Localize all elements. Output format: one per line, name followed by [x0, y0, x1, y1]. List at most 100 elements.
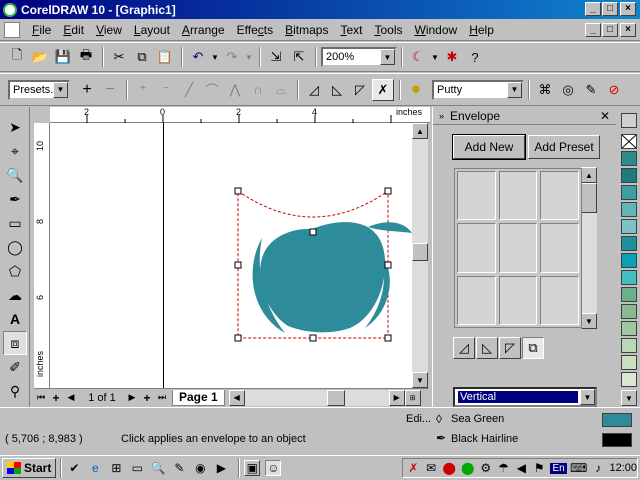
first-page-icon[interactable]: ⏮	[34, 387, 48, 409]
palette-swatch[interactable]	[621, 372, 637, 387]
add-node-icon[interactable]: ⁺	[132, 79, 154, 101]
palette-swatch[interactable]	[621, 355, 637, 370]
doc-close-button[interactable]: ×	[620, 23, 636, 37]
page-tab[interactable]: Page 1	[172, 389, 225, 406]
add-preset-icon[interactable]: +	[76, 79, 98, 101]
doc-restore-button[interactable]: □	[602, 23, 618, 37]
chevron-down-icon[interactable]: ▼	[580, 389, 595, 405]
double-arc-mode-icon[interactable]: ◸	[349, 79, 371, 101]
remove-preset-icon[interactable]: −	[99, 79, 121, 101]
tray-icon[interactable]: ♪	[592, 460, 605, 476]
add-page-after-icon[interactable]: +	[140, 387, 154, 409]
palette-swatch[interactable]	[621, 236, 637, 251]
menu-tools[interactable]: Tools	[368, 23, 408, 37]
add-page-before-icon[interactable]: +	[49, 387, 63, 409]
single-arc-mode-icon[interactable]: ◺	[326, 79, 348, 101]
pick-tool-icon[interactable]: ➤	[3, 115, 27, 139]
mapping-mode-combo[interactable]: Putty ▼	[432, 79, 524, 100]
cut-icon[interactable]: ✂	[108, 46, 130, 68]
new-icon[interactable]: 🗋	[6, 46, 28, 68]
smooth-node-icon[interactable]: ∩	[247, 79, 269, 101]
chevron-down-icon[interactable]: ▼	[507, 81, 522, 98]
envelope-node[interactable]	[384, 334, 392, 342]
outline-tool-icon[interactable]: ⚲	[3, 379, 27, 403]
launcher-dropdown-icon[interactable]: ▼	[430, 46, 440, 68]
no-color-icon[interactable]	[621, 134, 637, 149]
envelope-node[interactable]	[309, 334, 317, 342]
copy-icon[interactable]: ⧉	[131, 46, 153, 68]
language-indicator[interactable]: En	[550, 462, 567, 474]
create-from-icon[interactable]: ◎	[557, 79, 579, 101]
palette-swatch[interactable]	[621, 253, 637, 268]
keep-lines-icon[interactable]: ⌘	[534, 79, 556, 101]
scroll-down-icon[interactable]: ▼	[412, 372, 428, 388]
preset-cell[interactable]	[457, 275, 496, 325]
internet-explorer-icon[interactable]: e	[87, 460, 103, 476]
redo-dropdown-icon[interactable]: ▼	[244, 46, 254, 68]
preset-cell[interactable]	[498, 171, 538, 221]
double-arc-mode-icon[interactable]: ◸	[499, 337, 521, 359]
sea-green-shape[interactable]	[368, 222, 412, 233]
palette-swatch[interactable]	[621, 151, 637, 166]
tray-icon[interactable]: ✉	[425, 460, 438, 476]
symmetrical-node-icon[interactable]: ⌓	[270, 79, 292, 101]
doc-minimize-button[interactable]: _	[585, 23, 601, 37]
menu-layout[interactable]: Layout	[128, 23, 176, 37]
navigator-icon[interactable]: ⊞	[404, 389, 421, 406]
pen-icon[interactable]: ✎	[171, 460, 187, 476]
add-new-button[interactable]: Add New	[452, 134, 526, 160]
envelope-node[interactable]	[234, 187, 242, 195]
open-icon[interactable]: 📂	[29, 46, 51, 68]
text-tool-icon[interactable]: A	[3, 307, 27, 331]
preset-cell[interactable]	[540, 275, 579, 325]
undo-icon[interactable]: ↶	[187, 46, 209, 68]
tray-icon[interactable]: ⚙	[479, 460, 492, 476]
envelope-node[interactable]	[384, 261, 392, 269]
cusp-node-icon[interactable]: ⋀	[224, 79, 246, 101]
to-curve-icon[interactable]: ⌒	[201, 79, 223, 101]
copy-properties-icon[interactable]: ✎	[580, 79, 602, 101]
coreldraw-icon[interactable]	[3, 2, 17, 17]
save-icon[interactable]: 💾	[52, 46, 74, 68]
import-icon[interactable]: ⇲	[265, 46, 287, 68]
add-preset-button[interactable]: Add Preset	[528, 135, 600, 159]
drawing-canvas[interactable]	[50, 123, 412, 388]
delete-node-icon[interactable]: ⁻	[155, 79, 177, 101]
sea-green-shape[interactable]	[260, 222, 386, 333]
last-page-icon[interactable]: ⏭	[155, 387, 169, 409]
paste-icon[interactable]: 📋	[154, 46, 176, 68]
ellipse-tool-icon[interactable]: ◯	[3, 235, 27, 259]
tray-icon[interactable]: ⬤	[461, 460, 474, 476]
palette-swatch[interactable]	[621, 219, 637, 234]
palette-flyout-icon[interactable]	[621, 113, 637, 128]
zoom-combo[interactable]: 200% ▼	[321, 47, 397, 67]
menu-edit[interactable]: Edit	[57, 23, 90, 37]
whats-this-help-icon[interactable]: ?	[464, 46, 486, 68]
preset-cell[interactable]	[498, 223, 538, 273]
print-icon[interactable]: 🖶	[75, 46, 97, 68]
palette-swatch[interactable]	[621, 270, 637, 285]
outline-swatch[interactable]	[602, 433, 632, 447]
menu-effects[interactable]: Effects	[231, 23, 279, 37]
envelope-node[interactable]	[234, 261, 242, 269]
rectangle-tool-icon[interactable]: ▭	[3, 211, 27, 235]
palette-scroll-down-icon[interactable]: ▼	[621, 390, 637, 406]
next-page-icon[interactable]: ▶	[125, 387, 139, 409]
horizontal-ruler[interactable]: 2 0 2 4 inches	[50, 107, 430, 123]
menu-arrange[interactable]: Arrange	[176, 23, 231, 37]
tray-icon[interactable]: ☂	[497, 460, 510, 476]
single-arc-mode-icon[interactable]: ◺	[476, 337, 498, 359]
palette-swatch[interactable]	[621, 185, 637, 200]
task-window-icon[interactable]: ▣	[244, 460, 261, 476]
mapping-mode-dropdown[interactable]: Vertical ▼	[453, 387, 597, 407]
envelope-node[interactable]	[309, 228, 317, 236]
preset-list-scrollbar[interactable]: ▲ ▼	[581, 167, 597, 329]
to-line-icon[interactable]: ╱	[178, 79, 200, 101]
envelope-node[interactable]	[234, 334, 242, 342]
scroll-thumb[interactable]	[326, 389, 345, 406]
tray-icon[interactable]: ⌨	[570, 460, 587, 476]
volume-icon[interactable]: ◀	[515, 460, 528, 476]
tray-icon[interactable]: ✗	[407, 460, 420, 476]
corel-online-icon[interactable]: ✱	[441, 46, 463, 68]
media-icon[interactable]: ▶	[213, 460, 229, 476]
